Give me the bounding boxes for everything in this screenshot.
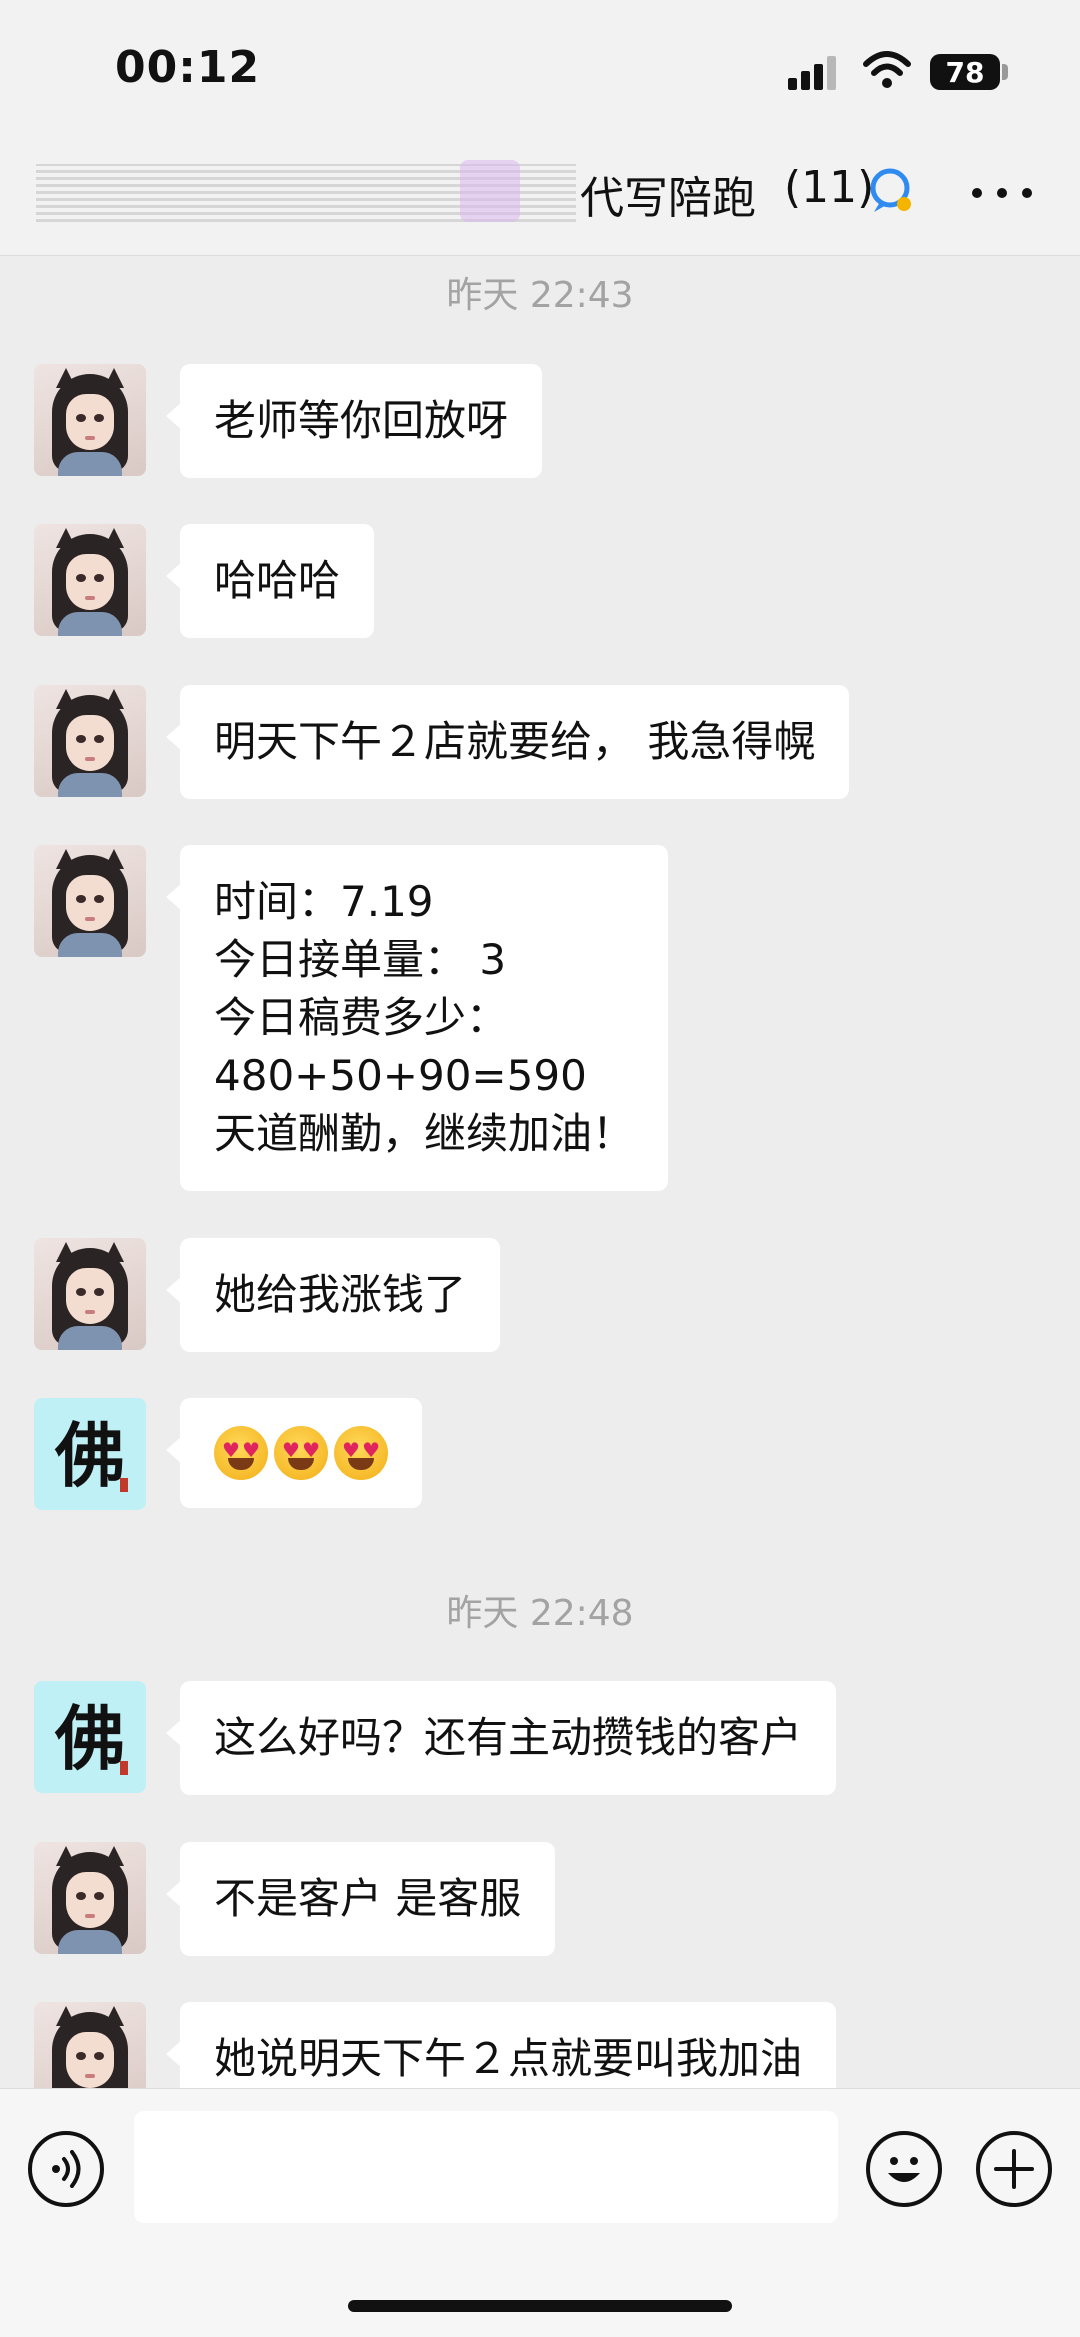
message-input[interactable]	[134, 2111, 838, 2223]
timestamp: 昨天 22:43	[446, 275, 634, 316]
message-bubble[interactable]: 时间：7.19 今日接单量： 3 今日稿费多少： 480+50+90=590 天…	[165, 845, 669, 1191]
message-bubble[interactable]: 老师等你回放呀	[165, 364, 543, 478]
avatar[interactable]: 佛	[34, 1398, 146, 1510]
message-text: 今日稿费多少：	[214, 993, 509, 1042]
battery-tip	[1002, 64, 1008, 80]
message-text: 明天下午２店就要给， 我急得幌	[214, 717, 816, 766]
plus-icon	[994, 2149, 1034, 2189]
battery-indicator: 78	[930, 54, 1000, 90]
blurred-title-emoji	[460, 160, 520, 222]
message-text: 她说明天下午２点就要叫我加油	[214, 2034, 803, 2083]
message-bubble[interactable]: 明天下午２店就要给， 我急得幌	[165, 685, 850, 799]
message-bubble[interactable]: 这么好吗？还有主动攒钱的客户	[165, 1681, 837, 1795]
heart-eyes-emoji: ♥ ♥	[214, 1426, 268, 1480]
avatar[interactable]	[34, 524, 146, 636]
status-time: 00:12	[115, 42, 261, 93]
plus-button[interactable]	[976, 2131, 1052, 2207]
home-indicator[interactable]	[348, 2300, 732, 2312]
message-bubble[interactable]: 哈哈哈	[165, 524, 375, 638]
avatar-calligraphy: 佛	[55, 1413, 125, 1497]
voice-icon	[52, 2150, 81, 2188]
avatar-calligraphy: 佛	[55, 1696, 125, 1780]
message-text: 她给我涨钱了	[214, 1270, 467, 1319]
avatar[interactable]	[34, 845, 146, 957]
more-dot	[972, 188, 982, 198]
emoji-button[interactable]	[866, 2131, 942, 2207]
status-bar: 00:12 78	[0, 0, 1080, 140]
more-options-button[interactable]	[972, 168, 1032, 218]
avatar[interactable]	[34, 685, 146, 797]
smiley-icon	[888, 2157, 920, 2182]
avatar[interactable]	[34, 1238, 146, 1350]
message-text: 时间：7.19	[214, 877, 434, 926]
message-text: 哈哈哈	[214, 556, 341, 605]
message-text: 480+50+90=590	[214, 1051, 587, 1100]
timestamp: 昨天 22:48	[446, 1593, 634, 1634]
chat-bubble-icon[interactable]	[868, 166, 918, 216]
avatar[interactable]	[34, 1842, 146, 1954]
seal-mark	[120, 1478, 128, 1492]
cellular-signal-icon	[788, 56, 836, 90]
message-text: 天道酬勤，继续加油！	[214, 1109, 635, 1158]
message-bubble[interactable]: 她给我涨钱了	[165, 1238, 501, 1352]
message-text: 不是客户 是客服	[214, 1874, 522, 1923]
member-count[interactable]: (11)	[784, 162, 874, 213]
wifi-icon	[863, 51, 911, 88]
message-text: 老师等你回放呀	[214, 396, 509, 445]
more-dot	[1022, 188, 1032, 198]
message-text: 这么好吗？还有主动攒钱的客户	[214, 1713, 803, 1762]
heart-eyes-emoji: ♥ ♥	[274, 1426, 328, 1480]
chat-header: 代写陪跑 (11)	[0, 140, 1080, 256]
avatar[interactable]: 佛	[34, 1681, 146, 1793]
more-dot	[997, 188, 1007, 198]
message-bubble[interactable]: 不是客户 是客服	[165, 1842, 556, 1956]
message-bubble[interactable]: ♥ ♥ ♥ ♥ ♥ ♥	[166, 1398, 422, 1508]
chat-title[interactable]: 代写陪跑	[580, 162, 756, 226]
heart-eyes-emoji: ♥ ♥	[334, 1426, 388, 1480]
voice-input-button[interactable]	[28, 2131, 104, 2207]
seal-mark	[120, 1761, 128, 1775]
message-text: 今日接单量： 3	[214, 935, 507, 984]
avatar[interactable]	[34, 364, 146, 476]
